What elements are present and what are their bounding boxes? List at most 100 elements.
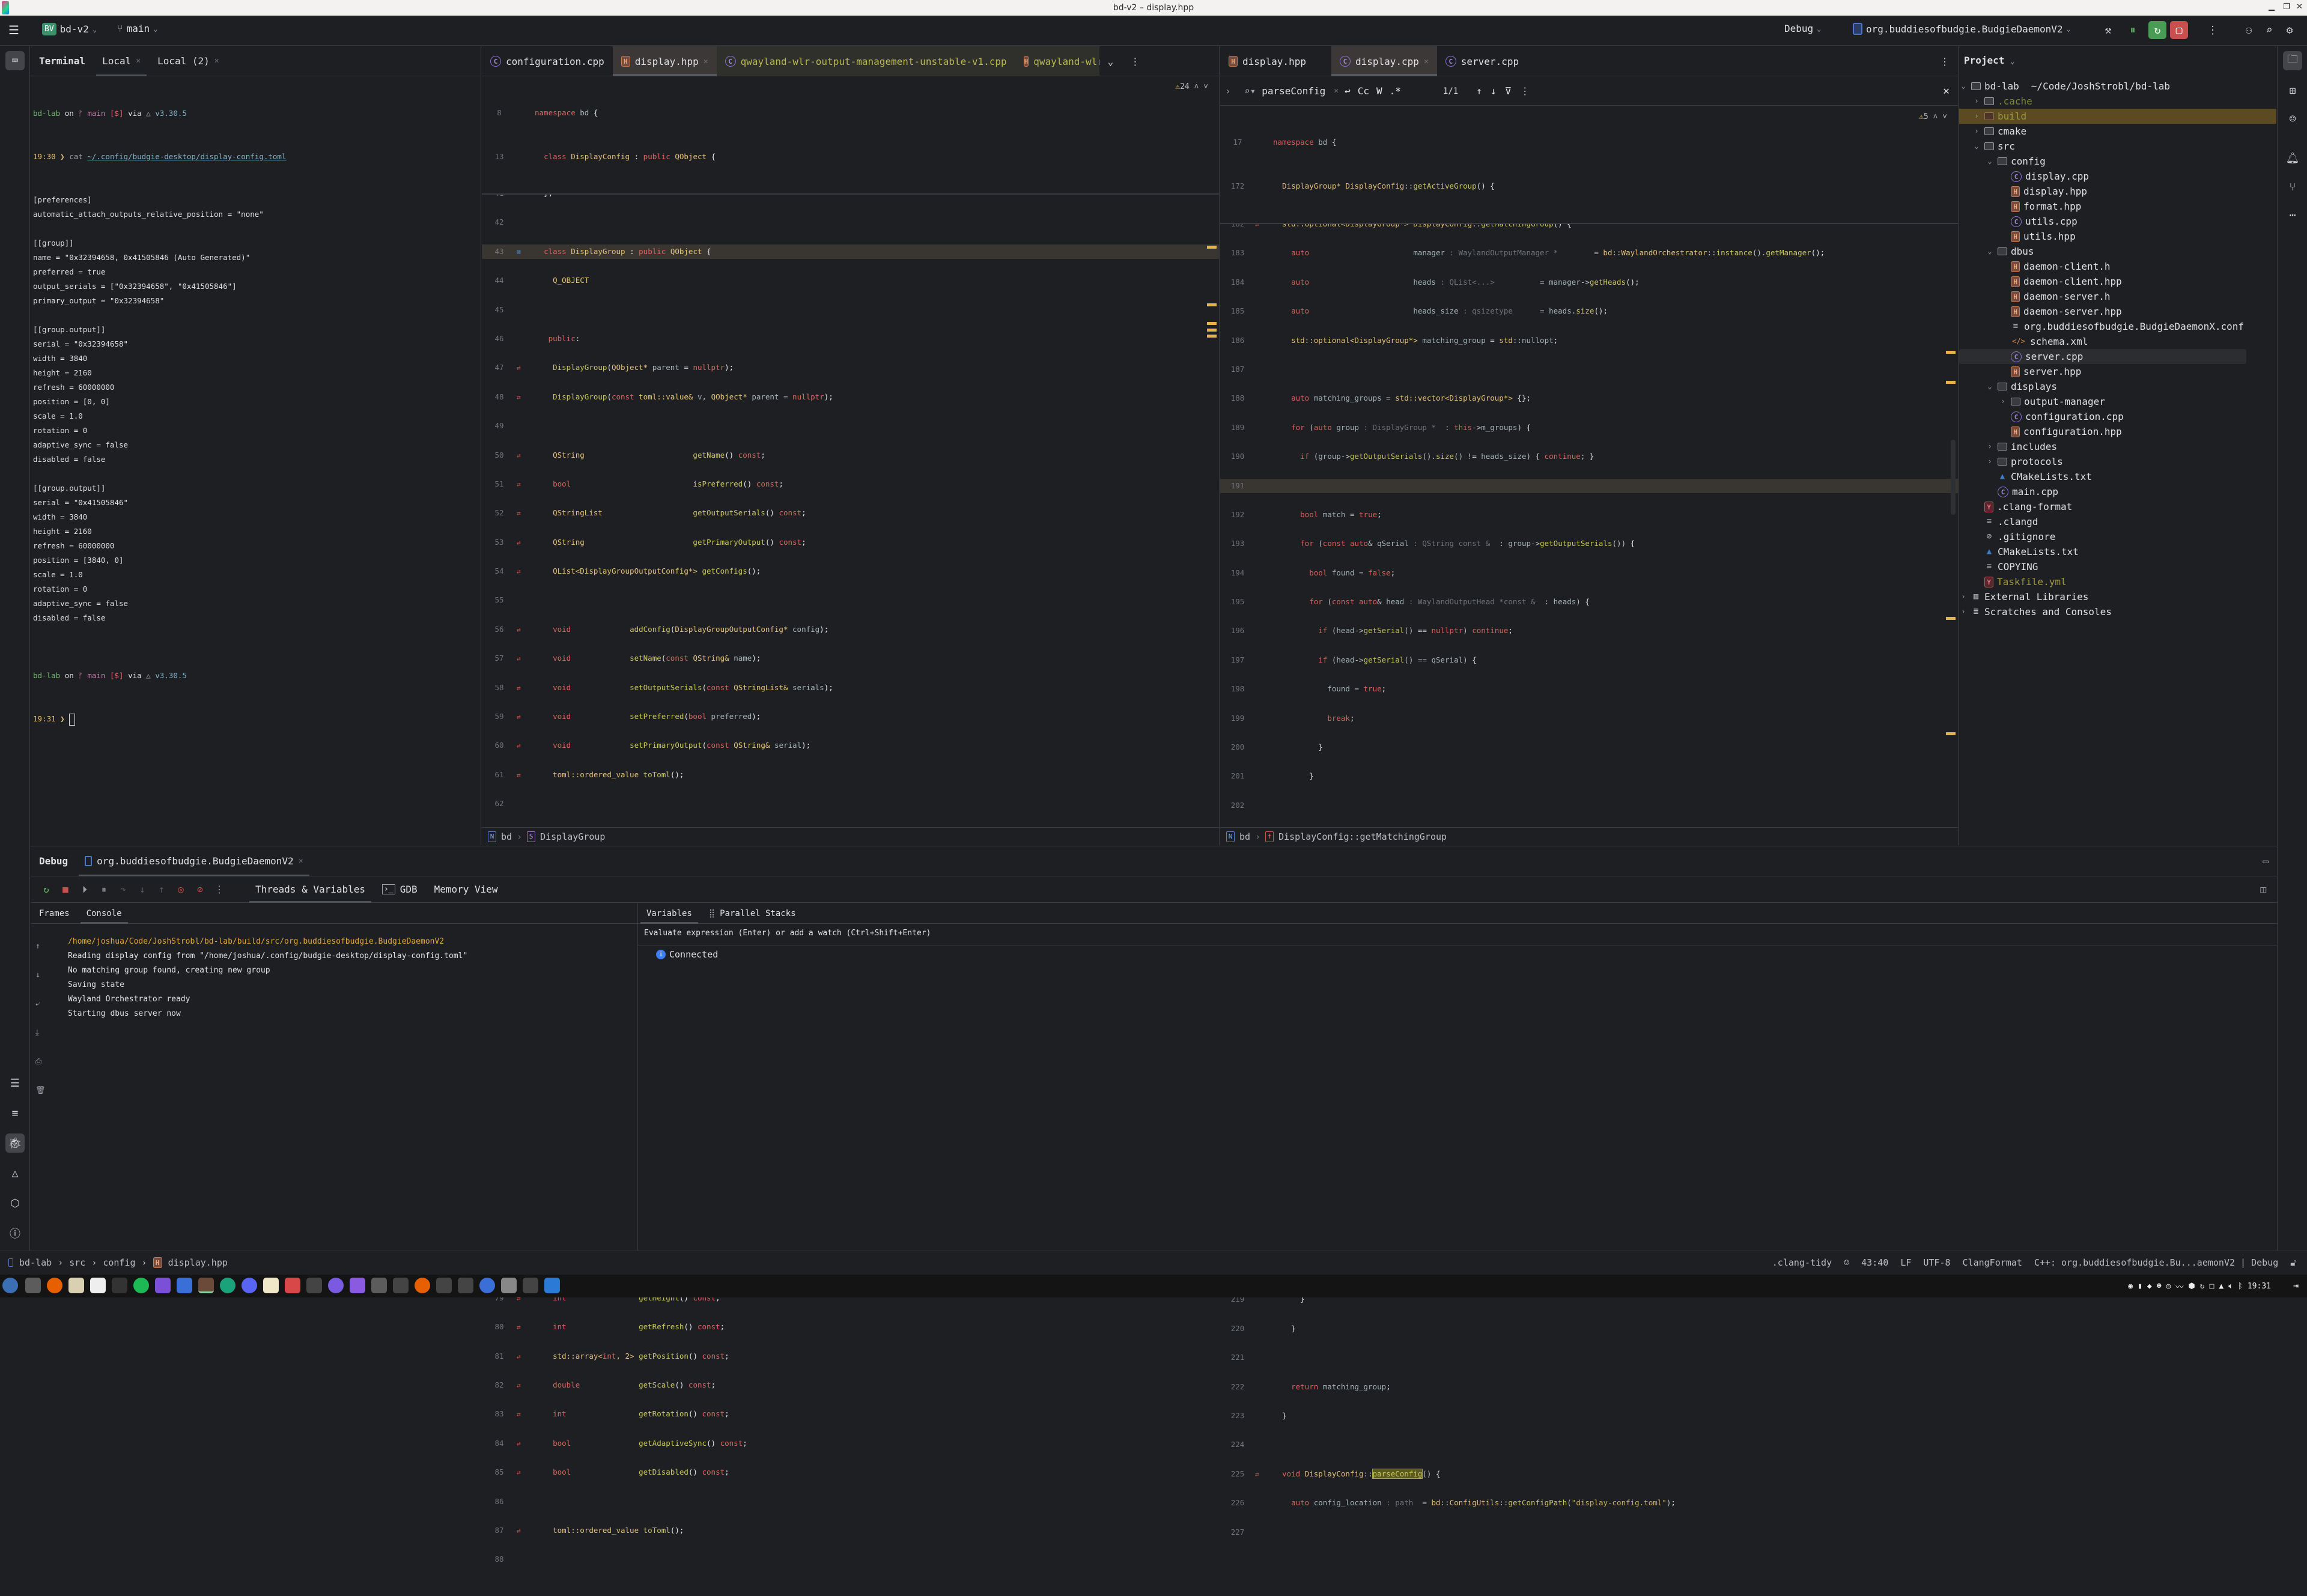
inspection-profile[interactable]: .clang-tidy — [1772, 1257, 1832, 1268]
more-vertical-icon[interactable]: ⋮ — [1520, 85, 1530, 97]
chevron-right-icon[interactable]: › — [1959, 589, 1968, 604]
main-menu-button[interactable]: ☰ — [8, 23, 19, 37]
tab-display-hpp[interactable]: Hdisplay.hpp — [1220, 46, 1315, 76]
regex-toggle[interactable]: .* — [1390, 85, 1401, 97]
app-icon[interactable] — [328, 1278, 344, 1293]
presentation-app-icon[interactable] — [285, 1278, 300, 1293]
files-app-icon[interactable] — [25, 1278, 41, 1293]
build-button[interactable]: ⚒ — [2099, 21, 2117, 39]
obsidian-app-icon[interactable] — [350, 1278, 365, 1293]
tab-display-cpp[interactable]: Cdisplay.cpp ✕ — [1331, 46, 1437, 76]
scroll-to-end-button[interactable]: ⤓ — [35, 1026, 53, 1055]
close-icon[interactable]: ✕ — [704, 57, 708, 66]
project-tree[interactable]: ⌄ bd-lab ~/Code/JoshStrobl/bd-lab › .cach… — [1959, 79, 2276, 619]
notification-tray-icon[interactable]: ▲ — [2219, 1282, 2223, 1291]
tray-icon[interactable]: ◆ — [2147, 1282, 2152, 1291]
warning-marker[interactable] — [1207, 322, 1217, 325]
tree-item[interactable]: Y Taskfile.yml — [1959, 574, 2276, 589]
rerun-button[interactable]: ↻ — [39, 882, 53, 897]
tree-item[interactable]: Hserver.hpp — [1959, 364, 2276, 379]
breadcrumb-item[interactable]: DisplayConfig::getMatchingGroup — [1278, 831, 1447, 842]
discord-app-icon[interactable] — [242, 1278, 257, 1293]
maximize-button[interactable]: ❐ — [2283, 2, 2290, 11]
run-target-selector[interactable]: org.buddiesofbudgie.BudgieDaemonV2 ⌄ — [1853, 23, 2071, 35]
file-encoding[interactable]: UTF-8 — [1923, 1257, 1950, 1268]
warnings-indicator[interactable]: ⚠24 ˄ ˅ — [1175, 82, 1208, 91]
tray-icon[interactable]: ⬢ — [2188, 1282, 2195, 1291]
tab-list-dropdown[interactable]: ⌄ — [1099, 46, 1122, 76]
app-icon[interactable] — [306, 1278, 322, 1293]
tree-item[interactable]: Cconfiguration.cpp — [1959, 409, 2276, 424]
ai-icon[interactable]: ☺ — [1844, 1257, 1849, 1268]
tree-item[interactable]: </> schema.xml — [1959, 334, 2276, 349]
tab-server-cpp[interactable]: Cserver.cpp — [1437, 46, 1527, 76]
warning-marker[interactable] — [1946, 351, 1956, 354]
tree-item[interactable]: Hconfiguration.hpp — [1959, 424, 2276, 439]
branch-switcher[interactable]: ⑂ main ⌄ — [117, 23, 157, 34]
add-user-button[interactable]: ⚇ — [2240, 21, 2258, 39]
clear-search-icon[interactable]: ✕ — [1334, 86, 1339, 96]
more-vertical-icon[interactable]: ⋮ — [212, 882, 226, 897]
firefox-app-icon[interactable] — [415, 1278, 430, 1293]
lock-open-icon[interactable]: 🔓︎ — [2290, 1257, 2296, 1268]
sync-tray-icon[interactable]: ↻ — [2200, 1282, 2205, 1291]
editor-scrollbar[interactable] — [1951, 440, 1956, 515]
tab-display-hpp[interactable]: Hdisplay.hpp ✕ — [612, 46, 717, 76]
breadcrumb-item[interactable]: bd — [501, 831, 512, 842]
restore-layout-icon[interactable]: ◫ — [2260, 884, 2266, 895]
pause-button[interactable]: ⏸ — [97, 882, 111, 897]
tab-frames[interactable]: Frames — [31, 903, 78, 924]
app-icon[interactable] — [436, 1278, 452, 1293]
settings-button[interactable]: ⚙ — [2281, 21, 2299, 39]
tree-item[interactable]: Hformat.hpp — [1959, 199, 2276, 214]
cmake-tool-button[interactable]: △ — [5, 1164, 25, 1183]
pause-button[interactable]: ⏸ — [2124, 21, 2142, 39]
problems-tool-button[interactable]: ⓘ — [5, 1224, 25, 1243]
tree-item[interactable]: › cmake — [1959, 124, 2276, 139]
terminal-output[interactable]: bd-lab on ᚠ main [$] via △ v3.30.5 19:30… — [33, 77, 481, 755]
structure-tool-button[interactable]: ⊞ — [2283, 81, 2302, 100]
tree-item[interactable]: Hdaemon-server.hpp — [1959, 304, 2276, 319]
notes-app-icon[interactable] — [177, 1278, 192, 1293]
tab-more-button[interactable]: ⋮ — [1932, 46, 1958, 76]
mute-breakpoints-button[interactable]: ⊘ — [193, 882, 207, 897]
tree-item[interactable]: › ▥ External Libraries — [1959, 589, 2276, 604]
ai-assistant-button[interactable]: ☺ — [2283, 109, 2302, 129]
bluetooth-icon[interactable]: ᛒ — [2238, 1282, 2243, 1291]
close-icon[interactable]: ✕ — [214, 56, 219, 65]
debug-console[interactable]: ↑ ↓ ⤶ ⤓ ⎙ 🗑︎ /home/joshua/Code/JoshStrob… — [31, 933, 637, 1251]
status-path-item[interactable]: display.hpp — [168, 1257, 228, 1268]
chevron-down-icon[interactable]: ⌄ — [1986, 244, 1994, 259]
tree-item[interactable]: › build — [1959, 109, 2276, 124]
fedora-launcher-icon[interactable] — [2, 1278, 18, 1293]
tab-more-button[interactable]: ⋮ — [1122, 46, 1148, 76]
tree-item[interactable]: ≡ .clangd — [1959, 514, 2276, 529]
tree-root[interactable]: ⌄ bd-lab ~/Code/JoshStrobl/bd-lab — [1959, 79, 2276, 94]
app-icon[interactable] — [393, 1278, 409, 1293]
chevron-right-icon[interactable]: › — [1986, 439, 1994, 454]
tree-item[interactable]: ≡ COPYING — [1959, 559, 2276, 574]
tree-item[interactable]: Cdisplay.cpp — [1959, 169, 2276, 184]
tray-icon[interactable]: 〰 — [2175, 1281, 2183, 1292]
close-find-button[interactable]: ✕ — [1943, 85, 1950, 97]
tree-item[interactable]: Hdisplay.hpp — [1959, 184, 2276, 199]
chevron-down-icon[interactable]: ⌄ — [1972, 139, 1981, 154]
match-case-toggle[interactable]: Cc — [1358, 85, 1369, 97]
chevron-right-icon[interactable]: › — [1986, 454, 1994, 469]
tab-gdb[interactable]: ›_ GDB — [374, 876, 426, 903]
speaker-app-icon[interactable] — [68, 1278, 84, 1293]
next-match-button[interactable]: ↓ — [1491, 85, 1497, 97]
resume-button[interactable]: ⏵ — [78, 882, 92, 897]
tab-configuration-cpp[interactable]: Cconfiguration.cpp — [482, 46, 613, 76]
spotify-tray-icon[interactable]: ◎ — [2166, 1282, 2171, 1291]
tree-item[interactable]: ▲ CMakeLists.txt — [1959, 469, 2276, 484]
layout-settings-button[interactable]: ▭ — [2263, 855, 2269, 867]
step-into-button[interactable]: ↓ — [135, 882, 150, 897]
firefox-app-icon[interactable] — [47, 1278, 62, 1293]
status-path-item[interactable]: bd-lab — [19, 1257, 52, 1268]
print-button[interactable]: ⎙ — [35, 1055, 53, 1084]
step-over-button[interactable]: ↷ — [116, 882, 130, 897]
previous-match-button[interactable]: ↑ — [1476, 85, 1482, 97]
breadcrumb-item[interactable]: bd — [1239, 831, 1250, 842]
sync-app-icon[interactable] — [220, 1278, 236, 1293]
